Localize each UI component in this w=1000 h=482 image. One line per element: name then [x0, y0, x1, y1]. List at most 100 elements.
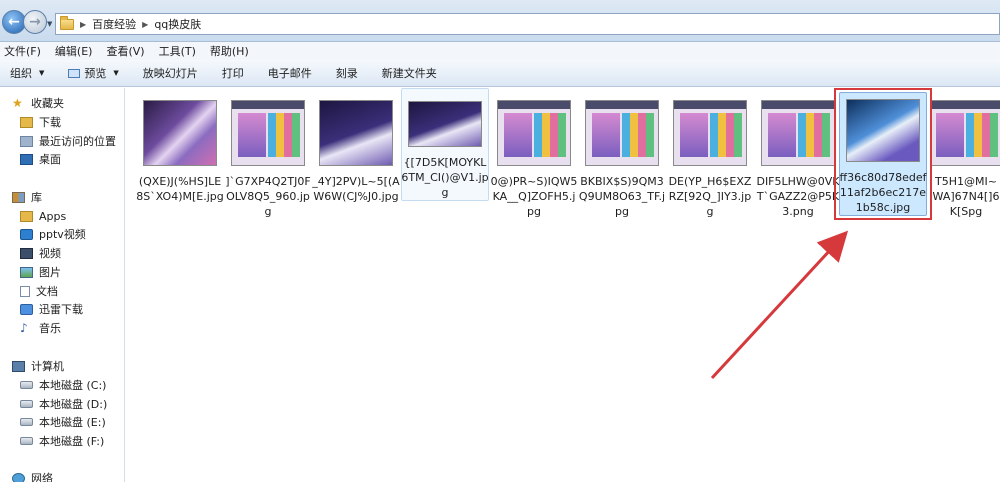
sidebar-item-label: 本地磁盘 (F:) — [39, 435, 105, 448]
video-icon — [20, 247, 33, 259]
sidebar-item-label: 本地磁盘 (D:) — [39, 398, 108, 411]
sidebar-item-apps[interactable]: Apps — [20, 207, 66, 225]
menu-bar: 文件(F) 编辑(E) 查看(V) 工具(T) 帮助(H) — [0, 42, 1000, 60]
preview-icon — [68, 68, 81, 78]
sidebar-item-desktop[interactable]: 桌面 — [20, 150, 61, 168]
sidebar-item-pictures[interactable]: 图片 — [20, 263, 61, 281]
image-thumbnail — [231, 100, 305, 166]
sidebar-item-disk-d[interactable]: 本地磁盘 (D:) — [20, 395, 107, 413]
file-item[interactable]: T5H1@MI~WA]67N4[]6K[Spg — [932, 88, 1000, 219]
organize-label: 组织 — [10, 67, 32, 80]
chevron-right-icon[interactable]: ▶ — [80, 20, 86, 29]
sidebar-item-recent[interactable]: 最近访问的位置 — [20, 132, 116, 150]
file-item[interactable]: DIF5LHW@0VKT`GAZZ2@P5K3.png — [754, 88, 842, 219]
file-name: DE(YP_H6$EXZRZ[92Q_]IY3.jpg — [668, 175, 752, 218]
chevron-down-icon: ▼ — [39, 69, 45, 77]
sidebar-item-label: 计算机 — [31, 360, 64, 373]
recent-pages-dropdown-icon[interactable]: ▼ — [47, 20, 52, 28]
print-button[interactable]: 打印 — [222, 65, 244, 81]
sidebar-item-label: 音乐 — [39, 322, 61, 335]
sidebar-item-label: 下载 — [39, 116, 61, 129]
sidebar-item-label: 图片 — [39, 266, 61, 279]
music-note-icon: ♪ — [20, 321, 28, 335]
file-name: {[7D5K[MOYKL6TM_CI()@V1.jpg — [401, 156, 489, 199]
sidebar-item-music[interactable]: ♪ 音乐 — [20, 319, 61, 337]
hard-disk-icon — [20, 400, 33, 408]
forward-button[interactable]: → — [23, 10, 47, 34]
computer-icon — [12, 360, 25, 372]
email-button[interactable]: 电子邮件 — [268, 65, 312, 81]
hard-disk-icon — [20, 437, 33, 445]
file-name: BKBIX$S)9QM3Q9UM8O63_TF.jpg — [578, 175, 666, 218]
sidebar-item-label: pptv视频 — [39, 228, 86, 241]
sidebar-item-network[interactable]: 网络 — [12, 469, 53, 482]
file-name: ff36c80d78edef11af2b6ec217e1b58c.jpg — [839, 171, 927, 214]
sidebar-item-downloads[interactable]: 下载 — [20, 113, 61, 131]
sidebar-item-video[interactable]: 视频 — [20, 244, 61, 262]
image-thumbnail — [143, 100, 217, 166]
chevron-right-icon[interactable]: ▶ — [142, 20, 148, 29]
sidebar-item-pptv[interactable]: pptv视频 — [20, 225, 86, 243]
pptv-icon — [20, 228, 33, 240]
menu-edit[interactable]: 编辑(E) — [55, 43, 93, 59]
sidebar-item-disk-c[interactable]: 本地磁盘 (C:) — [20, 376, 106, 394]
navigation-pane: ★ 收藏夹 下载 最近访问的位置 桌面 库 Apps pptv视频 视频 图片 文… — [0, 88, 125, 482]
sidebar-item-label: 本地磁盘 (E:) — [39, 416, 106, 429]
menu-file[interactable]: 文件(F) — [4, 43, 41, 59]
command-bar: 组织 ▼ 预览 ▼ 放映幻灯片 打印 电子邮件 刻录 新建文件夹 — [0, 60, 1000, 87]
arrow-left-icon: ← — [8, 14, 20, 30]
sidebar-item-computer[interactable]: 计算机 — [12, 357, 64, 375]
recent-places-icon — [20, 135, 33, 147]
sidebar-item-libraries[interactable]: 库 — [12, 188, 42, 206]
sidebar-item-label: 库 — [31, 191, 42, 204]
desktop-icon — [20, 153, 33, 165]
download-folder-icon — [20, 116, 33, 128]
network-icon — [12, 472, 25, 482]
sidebar-item-label: 本地磁盘 (C:) — [39, 379, 107, 392]
arrow-right-icon: → — [29, 14, 41, 30]
file-name: 0@)PR~S)IQW5KA__Q]ZOFH5.jpg — [490, 175, 578, 218]
sidebar-item-label: 迅雷下载 — [39, 303, 83, 316]
file-item-selected[interactable]: ff36c80d78edef11af2b6ec217e1b58c.jpg — [839, 92, 927, 216]
file-name: _4Y]2PV)L~5[(AW6W(CJ%J0.jpg — [312, 175, 400, 203]
preview-button[interactable]: 预览 ▼ — [68, 65, 119, 81]
breadcrumb-item[interactable]: qq换皮肤 — [154, 16, 201, 32]
image-thumbnail — [319, 100, 393, 166]
pictures-icon — [20, 266, 33, 278]
file-item[interactable]: BKBIX$S)9QM3Q9UM8O63_TF.jpg — [578, 88, 666, 219]
menu-view[interactable]: 查看(V) — [106, 43, 144, 59]
file-item[interactable]: 0@)PR~S)IQW5KA__Q]ZOFH5.jpg — [490, 88, 578, 219]
sidebar-item-label: 视频 — [39, 247, 61, 260]
new-folder-button[interactable]: 新建文件夹 — [382, 65, 437, 81]
menu-tools[interactable]: 工具(T) — [159, 43, 196, 59]
organize-button[interactable]: 组织 ▼ — [10, 65, 44, 81]
burn-button[interactable]: 刻录 — [336, 65, 358, 81]
file-name: DIF5LHW@0VKT`GAZZ2@P5K3.png — [756, 175, 840, 218]
file-item[interactable]: _4Y]2PV)L~5[(AW6W(CJ%J0.jpg — [312, 88, 400, 204]
annotation-arrow — [710, 230, 849, 380]
image-thumbnail — [846, 99, 920, 162]
folder-icon — [20, 210, 33, 222]
file-name: T5H1@MI~WA]67N4[]6K[Spg — [932, 175, 1000, 218]
file-item[interactable]: {[7D5K[MOYKL6TM_CI()@V1.jpg — [401, 88, 489, 201]
sidebar-item-disk-e[interactable]: 本地磁盘 (E:) — [20, 413, 106, 431]
sidebar-item-label: 文档 — [36, 285, 58, 298]
image-thumbnail — [932, 100, 1000, 166]
breadcrumb-item[interactable]: 百度经验 — [92, 16, 136, 32]
file-name: ]`G7XP4Q2TJ0FOLV8Q5_960.jpg — [225, 175, 311, 218]
sidebar-item-xunlei[interactable]: 迅雷下载 — [20, 300, 83, 318]
sidebar-item-label: 收藏夹 — [31, 97, 64, 110]
star-icon: ★ — [12, 96, 23, 110]
file-item[interactable]: ]`G7XP4Q2TJ0FOLV8Q5_960.jpg — [224, 88, 312, 219]
file-item[interactable]: DE(YP_H6$EXZRZ[92Q_]IY3.jpg — [666, 88, 754, 219]
slideshow-button[interactable]: 放映幻灯片 — [143, 65, 198, 81]
image-thumbnail — [673, 100, 747, 166]
sidebar-item-favorites[interactable]: ★ 收藏夹 — [12, 94, 64, 112]
menu-help[interactable]: 帮助(H) — [210, 43, 249, 59]
address-bar[interactable]: ▶ 百度经验 ▶ qq换皮肤 — [55, 13, 1000, 35]
sidebar-item-documents[interactable]: 文档 — [20, 282, 58, 300]
file-item[interactable]: (QXE)J(%HS]LE8S`XO4)M[E.jpg — [136, 88, 224, 204]
sidebar-item-disk-f[interactable]: 本地磁盘 (F:) — [20, 432, 104, 450]
file-name: (QXE)J(%HS]LE8S`XO4)M[E.jpg — [136, 175, 224, 203]
file-list: (QXE)J(%HS]LE8S`XO4)M[E.jpg ]`G7XP4Q2TJ0… — [126, 88, 1000, 482]
